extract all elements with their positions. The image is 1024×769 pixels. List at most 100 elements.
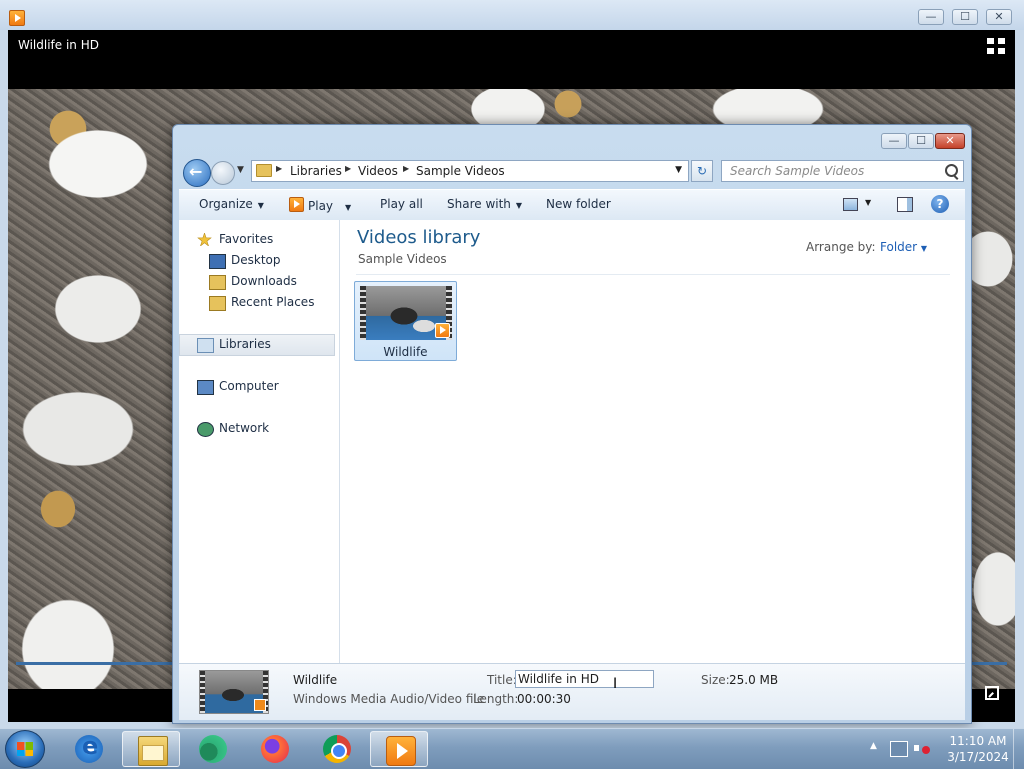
share-with-label: Share with: [447, 197, 511, 211]
media-player-app-icon: [9, 10, 25, 26]
explorer-maximize-button[interactable]: ☐: [908, 133, 934, 149]
folder-icon: [256, 164, 272, 177]
breadcrumb-separator-icon[interactable]: ▶: [403, 164, 409, 173]
nav-item-label: Downloads: [231, 274, 297, 288]
details-file-name: Wildlife: [293, 673, 338, 687]
details-title-field[interactable]: [515, 670, 654, 688]
downloads-icon: [209, 275, 226, 290]
play-label: Play: [308, 199, 334, 213]
breadcrumb-libraries[interactable]: Libraries: [290, 164, 342, 178]
details-size-value: 25.0 MB: [729, 673, 779, 687]
show-desktop-button[interactable]: [1013, 729, 1024, 769]
share-with-button[interactable]: Share with ▼: [447, 197, 522, 211]
taskbar-firefox[interactable]: [246, 731, 304, 767]
library-subtitle: Sample Videos: [358, 252, 447, 266]
explorer-window: — ☐ ✕ ▼ ▶ Libraries ▶ Videos ▶ Sample Vide…: [172, 124, 972, 724]
nav-item-label: Network: [219, 421, 270, 435]
star-icon: [197, 233, 212, 246]
edge-icon: [199, 735, 227, 763]
preview-pane-icon[interactable]: [897, 197, 913, 212]
file-item-label: Wildlife: [383, 345, 428, 359]
breadcrumb-sample-videos[interactable]: Sample Videos: [416, 164, 505, 178]
arrange-by-value: Folder: [880, 240, 918, 254]
taskbar: ▲ 11:10 AM 3/17/2024: [0, 728, 1024, 769]
media-player-titlebar[interactable]: — ☐ ✕: [0, 0, 1024, 30]
details-pane: Wildlife Windows Media Audio/Video file …: [179, 663, 965, 720]
address-dropdown-chevron-down-icon[interactable]: ▼: [675, 165, 682, 175]
address-bar[interactable]: ▶ Libraries ▶ Videos ▶ Sample Videos ▼: [251, 160, 689, 182]
forward-button[interactable]: [211, 161, 235, 185]
details-length-value: 00:00:30: [517, 692, 571, 706]
refresh-button[interactable]: ↻: [691, 160, 713, 182]
volume-muted-icon[interactable]: [914, 741, 930, 755]
text-cursor-icon: I: [613, 676, 618, 692]
chevron-down-icon: ▼: [257, 201, 264, 210]
minimize-icon: —: [925, 10, 937, 23]
help-icon[interactable]: ?: [931, 195, 949, 213]
chevron-down-icon: ▼: [515, 201, 523, 210]
breadcrumb-separator-icon[interactable]: ▶: [276, 164, 282, 173]
fullscreen-icon[interactable]: [987, 38, 1005, 54]
taskbar-windows-media-player[interactable]: [370, 731, 428, 767]
computer-icon: [197, 380, 214, 395]
arrange-by-label: Arrange by:: [806, 240, 876, 254]
windows-explorer-icon: [138, 736, 168, 766]
library-title: Videos library: [357, 227, 481, 248]
media-player-minimize-button[interactable]: —: [918, 9, 944, 25]
windows-media-player-icon: [386, 736, 416, 766]
play-button[interactable]: Play ▼: [289, 197, 351, 213]
organize-label: Organize: [199, 197, 253, 211]
search-box[interactable]: [721, 160, 964, 182]
chevron-down-icon: ▼: [345, 203, 352, 212]
network-tray-icon[interactable]: [890, 741, 908, 757]
back-button[interactable]: [183, 159, 211, 187]
show-hidden-icons-icon[interactable]: ▲: [870, 741, 877, 751]
nav-item-label: Recent Places: [231, 295, 315, 309]
taskbar-internet-explorer[interactable]: [60, 731, 118, 767]
minimize-icon: —: [888, 134, 900, 147]
search-input[interactable]: [728, 163, 942, 179]
internet-explorer-icon: [75, 732, 103, 763]
maximize-icon: ☐: [916, 134, 926, 147]
details-thumbnail: [199, 670, 269, 714]
thumbnail-image: [366, 286, 446, 340]
nav-item-label: Computer: [219, 379, 279, 393]
new-folder-button[interactable]: New folder: [546, 197, 611, 211]
nav-item-label: Favorites: [219, 232, 274, 246]
details-size-label: Size:: [701, 673, 730, 687]
maximize-icon: ☐: [960, 10, 970, 23]
taskbar-windows-explorer[interactable]: [122, 731, 180, 767]
details-title-label: Title:: [487, 673, 517, 687]
arrange-by-dropdown[interactable]: Folder ▼: [880, 240, 927, 254]
media-player-maximize-button[interactable]: ☐: [952, 9, 978, 25]
navigation-pane: Favorites Desktop Downloads Recent Place…: [179, 220, 340, 663]
media-player-badge-icon: [435, 323, 450, 338]
media-player-close-button[interactable]: ✕: [986, 9, 1012, 25]
windows-logo-icon: [17, 742, 33, 756]
libraries-icon: [197, 338, 214, 353]
organize-button[interactable]: Organize ▼: [199, 197, 264, 211]
taskbar-edge[interactable]: [184, 731, 242, 767]
clock[interactable]: 11:10 AM 3/17/2024: [938, 733, 1018, 765]
refresh-icon: ↻: [696, 164, 708, 178]
video-title: Wildlife in HD: [18, 38, 99, 52]
start-button[interactable]: [5, 730, 45, 768]
clock-date: 3/17/2024: [947, 750, 1009, 764]
breadcrumb-videos[interactable]: Videos: [358, 164, 398, 178]
change-view-icon[interactable]: [843, 198, 858, 211]
details-file-type: Windows Media Audio/Video file: [293, 692, 485, 706]
content-pane[interactable]: Videos library Sample Videos Arrange by:…: [340, 220, 965, 663]
view-options-chevron-down-icon[interactable]: ▼: [865, 198, 871, 207]
recent-pages-chevron-down-icon[interactable]: ▼: [237, 165, 244, 175]
taskbar-chrome[interactable]: [308, 731, 366, 767]
notification-area: ▲ 11:10 AM 3/17/2024: [866, 729, 1024, 769]
file-item[interactable]: Wildlife: [354, 281, 457, 361]
close-icon: ✕: [994, 10, 1004, 23]
explorer-minimize-button[interactable]: —: [881, 133, 907, 149]
explorer-close-button[interactable]: ✕: [935, 133, 965, 149]
breadcrumb-separator-icon[interactable]: ▶: [345, 164, 351, 173]
switch-to-library-icon[interactable]: [985, 686, 999, 700]
desktop-icon: [209, 254, 226, 269]
play-all-button[interactable]: Play all: [380, 197, 423, 211]
search-icon[interactable]: [945, 164, 958, 177]
